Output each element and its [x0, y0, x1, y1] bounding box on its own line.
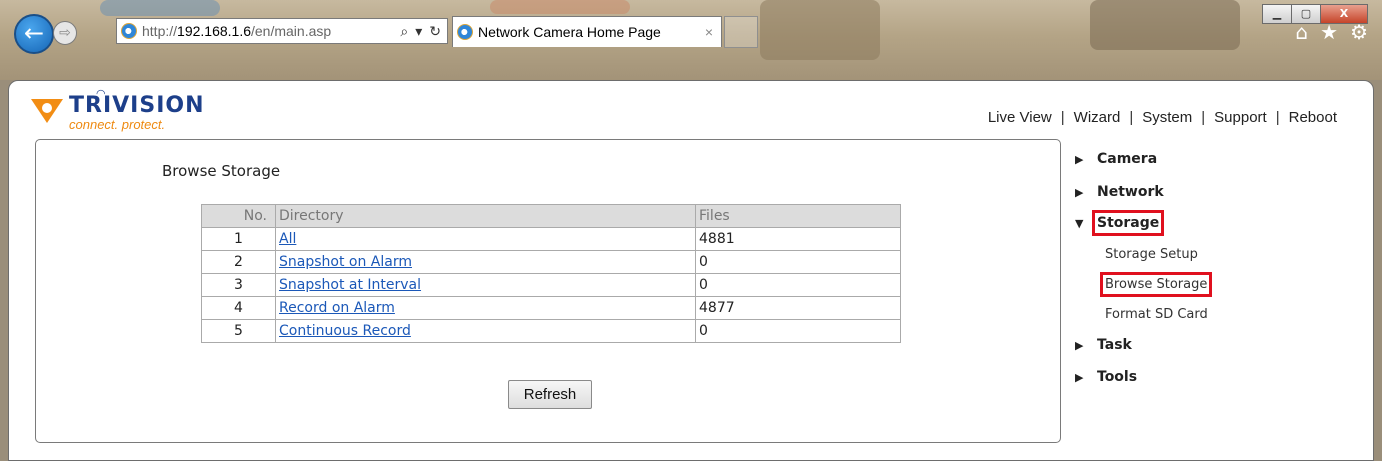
table-row: 2 Snapshot on Alarm 0	[201, 250, 901, 274]
row-number: 1	[201, 227, 276, 251]
nav-system[interactable]: System	[1142, 109, 1192, 126]
url-host: 192.168.1.6	[177, 23, 251, 39]
url-prefix: http://	[142, 23, 178, 39]
menu-label-storage: Storage	[1091, 210, 1165, 236]
table-row: 1 All 4881	[201, 227, 901, 251]
nav-live-view[interactable]: Live View	[988, 109, 1052, 126]
collapsed-arrow-icon: ▶	[1075, 186, 1084, 199]
column-header-no: No.	[201, 204, 276, 228]
dropdown-icon[interactable]: ▾	[415, 23, 422, 40]
tab-close-icon[interactable]: ×	[705, 24, 713, 40]
logo-tagline: connect. protect.	[69, 117, 166, 132]
favorites-star-icon[interactable]: ★	[1320, 20, 1338, 44]
row-number: 2	[201, 250, 276, 274]
column-header-directory: Directory	[275, 204, 696, 228]
table-row: 4 Record on Alarm 4877	[201, 296, 901, 320]
nav-wizard[interactable]: Wizard	[1074, 109, 1121, 126]
nav-separator: |	[1201, 109, 1206, 126]
expanded-arrow-icon: ▼	[1075, 217, 1084, 230]
files-count: 0	[695, 273, 901, 297]
files-count: 4881	[695, 227, 901, 251]
directory-cell: Snapshot at Interval	[275, 273, 696, 297]
storage-table: No. Directory Files 1 All 4881 2 Snapsho…	[201, 204, 901, 343]
page-title: Browse Storage	[162, 162, 281, 180]
files-count: 0	[695, 319, 901, 343]
submenu-format-sd-card[interactable]: Format SD Card	[1105, 307, 1208, 322]
directory-link-snapshot-on-alarm[interactable]: Snapshot on Alarm	[279, 254, 412, 270]
menu-label-tools: Tools	[1097, 369, 1138, 385]
browser-titlebar: ▁ ▢ X ← ⇨ http://192.168.1.6/en/main.asp…	[0, 0, 1382, 80]
refresh-button[interactable]: Refresh	[508, 380, 592, 409]
directory-link-continuous-record[interactable]: Continuous Record	[279, 323, 411, 339]
nav-reboot[interactable]: Reboot	[1289, 109, 1337, 126]
collapsed-arrow-icon: ▶	[1075, 371, 1084, 384]
table-row: 5 Continuous Record 0	[201, 319, 901, 343]
home-icon[interactable]: ⌂	[1295, 20, 1308, 44]
trivision-logo: ◠ TRIVISION connect. protect.	[31, 87, 231, 135]
files-count: 4877	[695, 296, 901, 320]
directory-link-snapshot-at-interval[interactable]: Snapshot at Interval	[279, 277, 421, 293]
content-panel: Browse Storage No. Directory Files 1 All…	[35, 139, 1061, 443]
directory-cell: All	[275, 227, 696, 251]
url-path: /en/main.asp	[251, 23, 332, 39]
menu-item-task[interactable]: ▶ Task	[1075, 337, 1132, 353]
menu-item-tools[interactable]: ▶ Tools	[1075, 369, 1137, 385]
files-count: 0	[695, 250, 901, 274]
top-navigation: Live View | Wizard | System | Support | Reboot	[988, 109, 1337, 126]
directory-cell: Record on Alarm	[275, 296, 696, 320]
logo-wordmark: TRIVISION	[69, 93, 205, 118]
menu-item-storage[interactable]: ▼ Storage	[1075, 210, 1165, 236]
minimize-button[interactable]: ▁	[1262, 4, 1291, 24]
nav-separator: |	[1275, 109, 1280, 126]
browser-toolbar-right: ⌂ ★ ⚙	[1295, 20, 1368, 44]
address-bar[interactable]: http://192.168.1.6/en/main.asp ⌕ ▾ ↻	[116, 18, 448, 44]
submenu-storage-setup[interactable]: Storage Setup	[1105, 247, 1198, 262]
browser-tab[interactable]: Network Camera Home Page ×	[452, 16, 722, 47]
refresh-icon[interactable]: ↻	[429, 23, 441, 40]
background-decoration	[760, 0, 880, 60]
nav-separator: |	[1060, 109, 1065, 126]
settings-gear-icon[interactable]: ⚙	[1350, 20, 1368, 44]
logo-mark-dot	[42, 103, 52, 113]
back-button[interactable]: ←	[14, 14, 54, 54]
new-tab-button[interactable]	[724, 16, 758, 48]
search-icon[interactable]: ⌕	[400, 23, 408, 40]
submenu-browse-storage[interactable]: Browse Storage	[1099, 272, 1213, 297]
directory-cell: Snapshot on Alarm	[275, 250, 696, 274]
table-row: 3 Snapshot at Interval 0	[201, 273, 901, 297]
table-header-row: No. Directory Files	[201, 204, 901, 228]
directory-cell: Continuous Record	[275, 319, 696, 343]
row-number: 3	[201, 273, 276, 297]
directory-link-all[interactable]: All	[279, 231, 296, 247]
menu-label-camera: Camera	[1097, 151, 1158, 167]
back-arrow-icon: ←	[23, 19, 45, 47]
page-frame: ◠ TRIVISION connect. protect. Live View |…	[8, 80, 1374, 461]
background-decoration	[490, 0, 630, 14]
menu-item-network[interactable]: ▶ Network	[1075, 184, 1164, 200]
collapsed-arrow-icon: ▶	[1075, 339, 1084, 352]
nav-separator: |	[1129, 109, 1134, 126]
background-decoration	[100, 0, 220, 16]
address-tools: ⌕ ▾ ↻	[400, 23, 447, 40]
row-number: 4	[201, 296, 276, 320]
tab-title: Network Camera Home Page	[478, 24, 661, 40]
menu-item-camera[interactable]: ▶ Camera	[1075, 151, 1157, 167]
menu-label-task: Task	[1097, 337, 1132, 353]
collapsed-arrow-icon: ▶	[1075, 153, 1084, 166]
forward-arrow-icon: ⇨	[59, 25, 71, 41]
ie-icon	[121, 23, 137, 39]
row-number: 5	[201, 319, 276, 343]
nav-support[interactable]: Support	[1214, 109, 1267, 126]
column-header-files: Files	[695, 204, 901, 228]
menu-label-network: Network	[1097, 184, 1164, 200]
directory-link-record-on-alarm[interactable]: Record on Alarm	[279, 300, 395, 316]
tab-favicon-icon	[457, 24, 473, 40]
forward-button[interactable]: ⇨	[53, 21, 77, 45]
background-decoration	[1090, 0, 1240, 50]
url-text[interactable]: http://192.168.1.6/en/main.asp	[142, 23, 331, 39]
